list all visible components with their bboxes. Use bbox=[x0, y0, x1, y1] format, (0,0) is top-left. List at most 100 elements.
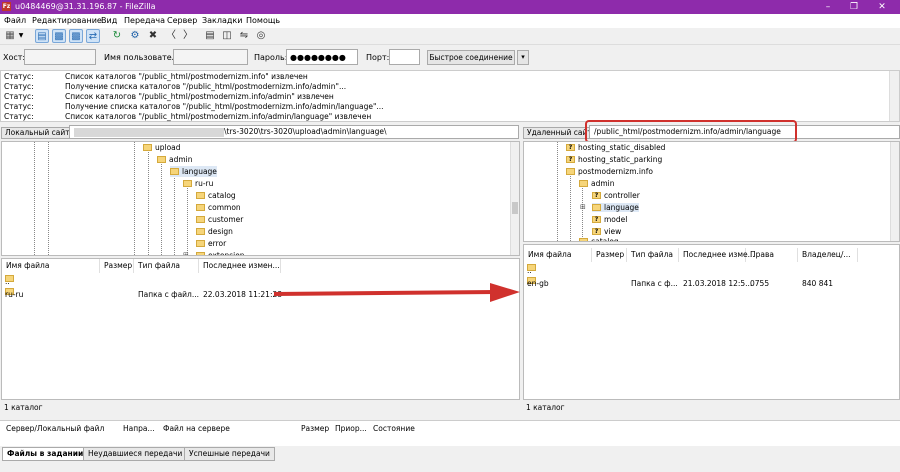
cancel-icon[interactable]: ✖ bbox=[146, 29, 160, 43]
col-owner[interactable]: Владелец/... bbox=[798, 248, 858, 262]
folder-icon bbox=[196, 191, 205, 199]
tree-node-remote-catalog[interactable]: catalog bbox=[579, 236, 619, 241]
quickconnect-dropdown[interactable]: ▾ bbox=[517, 50, 529, 65]
local-path-input[interactable]: \trs-3020\trs-3020\upload\admin\language… bbox=[69, 125, 519, 139]
folder-unknown-icon: ? bbox=[592, 215, 601, 223]
tree-node-error[interactable]: error bbox=[196, 238, 226, 249]
minimize-icon[interactable]: – bbox=[816, 0, 840, 14]
col-type[interactable]: Тип файла bbox=[627, 248, 679, 262]
queue-col-priority[interactable]: Приор... bbox=[335, 424, 367, 433]
col-filename[interactable]: Имя файла bbox=[524, 248, 592, 262]
sync-browse-icon[interactable]: ⇋ bbox=[237, 29, 251, 43]
menu-help[interactable]: Помощь bbox=[246, 16, 280, 25]
local-tree-scrollbar[interactable] bbox=[510, 142, 519, 255]
expand-icon[interactable]: ⊞ bbox=[183, 250, 189, 255]
tree-node-hosting-static-disabled[interactable]: ? hosting_static_disabled bbox=[566, 142, 665, 153]
folder-icon bbox=[579, 179, 588, 187]
queue-col-local[interactable]: Сервер/Локальный файл bbox=[6, 424, 104, 433]
menu-file[interactable]: Файл bbox=[4, 16, 26, 25]
menu-transfer[interactable]: Передача bbox=[124, 16, 165, 25]
queue-tabs: Файлы в задании Неудавшиеся передачи Усп… bbox=[0, 447, 900, 461]
queue-list bbox=[0, 434, 900, 446]
filter-icon[interactable]: ▤ bbox=[203, 29, 217, 43]
dropdown-arrow-icon[interactable]: ▼ bbox=[17, 29, 25, 43]
close-icon[interactable]: ✕ bbox=[870, 0, 894, 14]
folder-icon bbox=[196, 251, 205, 255]
annotation-arrow bbox=[273, 283, 520, 302]
username-input[interactable] bbox=[173, 49, 248, 65]
tree-node-upload[interactable]: upload bbox=[143, 142, 181, 153]
message-log-toggle-icon[interactable]: ▤ bbox=[35, 29, 49, 43]
col-size[interactable]: Размер bbox=[100, 259, 134, 273]
disconnect-icon[interactable]: 〈 bbox=[164, 29, 178, 43]
col-modified[interactable]: Последнее измен... bbox=[199, 259, 281, 273]
folder-icon bbox=[566, 167, 575, 175]
compare-icon[interactable]: ◫ bbox=[220, 29, 234, 43]
port-input[interactable] bbox=[389, 49, 420, 65]
folder-icon bbox=[196, 203, 205, 211]
queue-col-remote[interactable]: Файл на сервере bbox=[163, 424, 230, 433]
tab-successful-transfers[interactable]: Успешные передачи bbox=[184, 447, 275, 461]
folder-icon bbox=[143, 143, 152, 151]
menu-server[interactable]: Сервер bbox=[167, 16, 197, 25]
folder-open-icon bbox=[592, 203, 601, 211]
maximize-icon[interactable]: ❐ bbox=[842, 0, 866, 14]
quickconnect-button[interactable]: Быстрое соединение bbox=[427, 50, 515, 65]
local-tree-toggle-icon[interactable]: ▩ bbox=[52, 29, 66, 43]
col-filename[interactable]: Имя файла bbox=[2, 259, 100, 273]
folder-icon bbox=[183, 179, 192, 187]
tree-node-language[interactable]: language bbox=[170, 166, 217, 177]
tree-node-controller[interactable]: ? controller bbox=[592, 190, 640, 201]
tree-node-model[interactable]: ? model bbox=[592, 214, 627, 225]
tree-node-catalog[interactable]: catalog bbox=[196, 190, 236, 201]
menu-bookmarks[interactable]: Закладки bbox=[202, 16, 242, 25]
queue-col-size[interactable]: Размер bbox=[301, 424, 329, 433]
folder-icon bbox=[157, 155, 166, 163]
local-tree: upload admin language ru-ru catalog comm… bbox=[1, 141, 520, 256]
col-size[interactable]: Размер bbox=[592, 248, 627, 262]
tree-node-admin[interactable]: admin bbox=[157, 154, 193, 165]
local-status: 1 каталог bbox=[4, 403, 43, 412]
search-icon[interactable]: ◎ bbox=[254, 29, 268, 43]
site-manager-icon[interactable]: ▦ bbox=[3, 29, 17, 43]
folder-icon bbox=[196, 227, 205, 235]
remote-tree-toggle-icon[interactable]: ▩ bbox=[69, 29, 83, 43]
quickconnect-bar: Хост: Имя пользователя Пароль: Порт: Быс… bbox=[0, 47, 900, 69]
tab-failed-transfers[interactable]: Неудавшиеся передачи bbox=[83, 447, 188, 461]
queue-col-direction[interactable]: Напра... bbox=[123, 424, 155, 433]
password-input[interactable] bbox=[286, 49, 358, 65]
col-type[interactable]: Тип файла bbox=[134, 259, 199, 273]
folder-unknown-icon: ? bbox=[566, 143, 575, 151]
expand-icon[interactable]: ⊞ bbox=[580, 202, 586, 213]
tree-node-design[interactable]: design bbox=[196, 226, 233, 237]
menu-view[interactable]: Вид bbox=[101, 16, 117, 25]
refresh-icon[interactable]: ↻ bbox=[110, 29, 124, 43]
menu-edit[interactable]: Редактирование bbox=[32, 16, 102, 25]
tree-node-remote-language[interactable]: ⊞ language bbox=[580, 202, 639, 213]
remote-tree-scrollbar[interactable] bbox=[890, 142, 899, 241]
process-queue-icon[interactable]: ⚙ bbox=[128, 29, 142, 43]
queue-col-status[interactable]: Состояние bbox=[373, 424, 415, 433]
tree-node-common[interactable]: common bbox=[196, 202, 241, 213]
col-permissions[interactable]: Права bbox=[746, 248, 798, 262]
tab-queued-files[interactable]: Файлы в задании bbox=[2, 447, 89, 461]
remote-file-list: Имя файла Размер Тип файла Последнее изм… bbox=[523, 244, 900, 400]
col-modified[interactable]: Последнее изме... bbox=[679, 248, 755, 262]
tree-node-hosting-static-parking[interactable]: ? hosting_static_parking bbox=[566, 154, 662, 165]
reconnect-icon[interactable]: 〉 bbox=[181, 29, 195, 43]
transfer-queue-toggle-icon[interactable]: ⇄ bbox=[86, 29, 100, 43]
menu-bar: Файл Редактирование Вид Передача Сервер … bbox=[0, 14, 900, 28]
tree-node-customer[interactable]: customer bbox=[196, 214, 243, 225]
filezilla-icon: Fz bbox=[2, 2, 11, 11]
list-item[interactable]: en-gb Папка с ф... 21.03.2018 12:5... 07… bbox=[527, 277, 897, 289]
tree-node-ru-ru[interactable]: ru-ru bbox=[183, 178, 213, 189]
log-scrollbar[interactable] bbox=[889, 71, 899, 121]
tree-node-remote-admin[interactable]: admin bbox=[579, 178, 615, 189]
annotation-box bbox=[585, 120, 797, 143]
folder-open-icon bbox=[170, 167, 179, 175]
tree-node-postmodernizm[interactable]: postmodernizm.info bbox=[566, 166, 653, 177]
host-input[interactable] bbox=[24, 49, 96, 65]
list-item[interactable]: .. bbox=[527, 264, 897, 276]
tree-node-extension[interactable]: ⊞ extension bbox=[183, 250, 245, 255]
folder-icon bbox=[196, 215, 205, 223]
